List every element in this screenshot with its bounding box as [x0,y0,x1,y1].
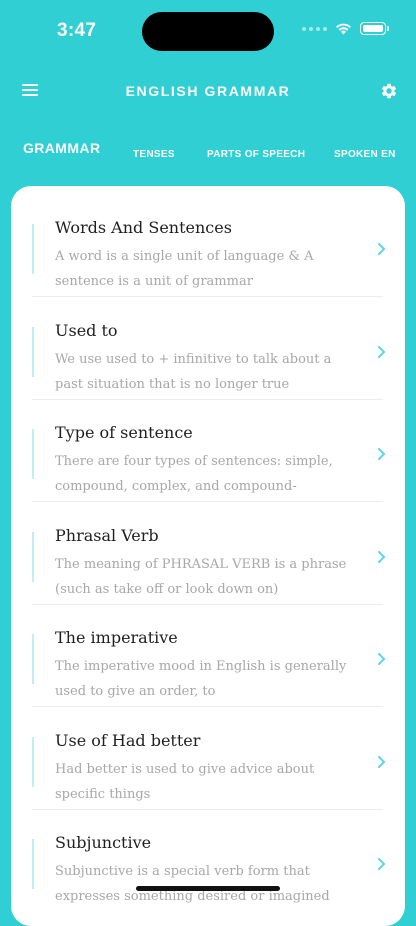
item-description: A word is a single unit of language & A … [55,249,314,289]
chevron-right-icon [378,756,386,768]
item-title: The imperative [55,628,178,647]
item-accent-bar [32,327,34,377]
item-accent-bar [32,839,34,889]
chevron-right-icon [378,243,386,255]
tab-tenses[interactable]: TENSES [133,149,175,160]
gear-icon[interactable] [380,82,398,100]
home-indicator [136,886,280,891]
chevron-right-icon [378,448,386,460]
tab-grammar[interactable]: GRAMMAR [23,142,100,156]
list-item[interactable]: Used to We use used to + infinitive to t… [32,297,386,400]
signal-icon [302,26,327,31]
app-title: ENGLISH GRAMMAR [125,83,291,99]
chevron-right-icon [378,653,386,665]
chevron-right-icon [378,551,386,563]
item-description: The imperative mood in English is genera… [55,659,347,699]
status-icons [302,22,389,35]
item-title: Phrasal Verb [55,526,159,545]
app-header: ENGLISH GRAMMAR [0,72,416,112]
list-item[interactable]: Words And Sentences A word is a single u… [32,194,386,297]
list-item[interactable]: Phrasal Verb The meaning of PHRASAL VERB… [32,502,386,605]
dynamic-island [142,12,274,51]
category-tabs: GRAMMAR TENSES PARTS OF SPEECH SPOKEN EN [0,142,416,172]
item-title: Words And Sentences [55,218,232,237]
tab-parts-of-speech[interactable]: PARTS OF SPEECH [207,149,305,160]
battery-icon [360,22,389,35]
item-title: Used to [55,321,118,340]
item-accent-bar [32,532,34,582]
chevron-right-icon [378,346,386,358]
item-description: The meaning of PHRASAL VERB is a phrase … [55,557,347,597]
tab-spoken-english[interactable]: SPOKEN EN [334,149,396,160]
item-accent-bar [32,737,34,787]
item-title: Use of Had better [55,731,201,750]
item-title: Subjunctive [55,833,152,852]
list-item[interactable]: Use of Had better Had better is used to … [32,707,386,810]
item-description: We use used to + infinitive to talk abou… [55,352,332,392]
status-time: 3:47 [57,20,97,41]
item-description: There are four types of sentences: simpl… [55,454,333,494]
chevron-right-icon [378,858,386,870]
item-accent-bar [32,224,34,274]
item-accent-bar [32,429,34,479]
item-description: Subjunctive is a special verb form that … [55,864,330,904]
list-item[interactable]: The imperative The imperative mood in En… [32,604,386,707]
item-description: Had better is used to give advice about … [55,762,315,802]
status-bar: 3:47 [0,0,416,62]
item-title: Type of sentence [55,423,193,442]
list-item[interactable]: Type of sentence There are four types of… [32,399,386,502]
wifi-icon [336,23,351,34]
list-item[interactable]: Subjunctive Subjunctive is a special ver… [32,809,386,911]
item-accent-bar [32,634,34,684]
topic-list-card: Words And Sentences A word is a single u… [11,186,405,926]
